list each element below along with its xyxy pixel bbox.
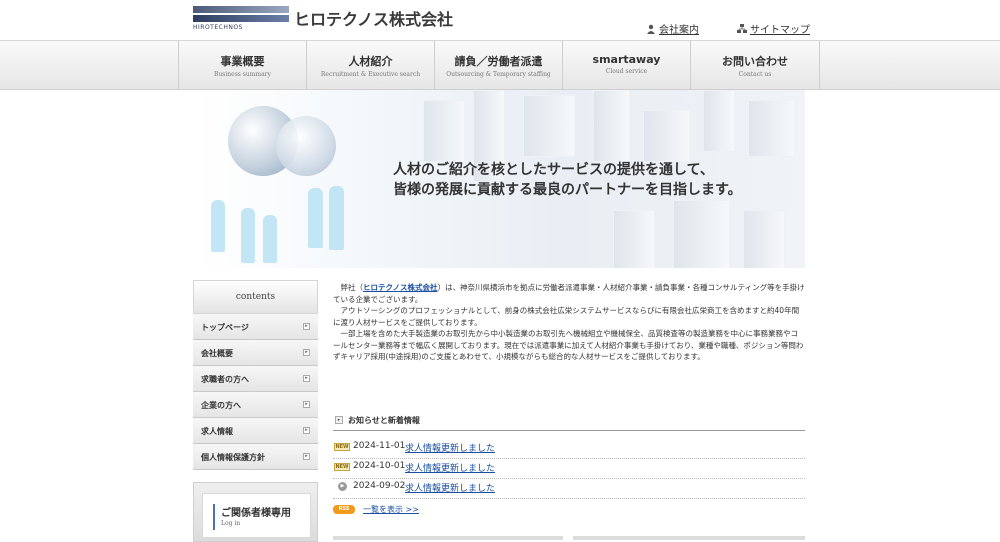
login-title: ご関係者様専用 [221,508,291,519]
news-link[interactable]: 求人情報更新しました [405,461,495,474]
site-header: HIROTECHNOS ヒロテクノス株式会社 会社案内 サイトマップ [0,0,1000,40]
logo-text: HIROTECHNOS [193,24,243,31]
nav-sublabel: Cloud service [605,68,648,75]
news-item: NEW 2024-11-01 求人情報更新しました [333,438,805,459]
nav-contact[interactable]: お問い合わせ Contact us [690,41,820,89]
building-shape [748,100,795,157]
nav-label: 請負／労働者派遣 [454,55,543,68]
logo-bar-bottom [193,15,289,22]
arrow-right-icon: ▸ [303,349,310,356]
view-all-link[interactable]: 一覧を表示 >> [363,504,419,515]
nav-business-summary[interactable]: 事業概要 Business summary [178,41,306,89]
sidebar-item-companies[interactable]: 企業の方へ ▸ [193,392,318,418]
company-name[interactable]: ヒロテクノス株式会社 [294,6,453,30]
sidebar-item-label: トップページ [201,323,249,332]
sidebar-item-label: 企業の方へ [201,401,241,410]
news-item: ▶ 2024-09-02 求人情報更新しました [333,478,805,499]
company-info-link[interactable]: 会社案内 [646,21,699,36]
login-subtitle: Log in [221,520,241,527]
person-silhouette [241,208,255,263]
person-silhouette [308,188,323,248]
hero-line-1: 人材のご紹介を核としたサービスの提供を通して、 [393,162,714,178]
nav-label: smartaway [592,53,661,66]
intro-paragraph-3: 一部上場を含めた大手製造業のお取引先から中小製造業のお取引先へ機械組立や機械保全… [333,329,804,361]
arrow-right-icon: ▸ [303,323,310,330]
logo-bar-top [193,6,289,13]
sidebar-item-top[interactable]: トップページ ▸ [193,314,318,340]
building-shape [703,90,735,152]
news-item: NEW 2024-10-01 求人情報更新しました [333,458,805,479]
news-date: 2024-09-02 [353,481,406,491]
nav-label: 人材紹介 [348,55,393,68]
company-link[interactable]: ヒロテクノス株式会社 [363,283,438,292]
sidebar-item-label: 求人情報 [201,427,233,436]
banner-strip [573,536,805,540]
new-badge: NEW [334,443,350,451]
news-link[interactable]: 求人情報更新しました [405,441,495,454]
play-bullet-icon: ▶ [338,482,347,491]
sidebar-heading: contents [193,280,318,314]
person-silhouette [263,215,277,263]
banner-strip [333,536,563,540]
accent-bar [213,504,215,530]
intro-paragraph-1: 弊社（ヒロテクノス株式会社）は、神奈川県横浜市を拠点に労働者派遣事業・人材紹介事… [333,282,805,305]
sidebar-item-jobs[interactable]: 求人情報 ▸ [193,418,318,444]
hero-line-2: 皆様の発展に貢献する最良のパートナーを目指します。 [393,182,742,198]
nav-smartaway[interactable]: smartaway Cloud service [562,41,690,89]
nav-label: 事業概要 [220,55,265,68]
sitemap-icon [737,24,747,33]
sidebar-item-label: 会社概要 [201,349,233,358]
sidebar-item-label: 求職者の方へ [201,375,249,384]
news-date: 2024-10-01 [353,461,406,471]
arrow-right-icon: ▸ [303,375,310,382]
building-shape [423,100,465,162]
sitemap-label: サイトマップ [750,25,810,36]
sidebar-item-label: 個人情報保護方針 [201,453,265,462]
global-nav: 事業概要 Business summary 人材紹介 Recruitment &… [0,40,1000,90]
nav-sublabel: Contact us [738,71,772,78]
rss-row: RSS 一覧を表示 >> [333,504,805,518]
building-shape [593,90,630,162]
nav-outsourcing[interactable]: 請負／労働者派遣 Outsourcing & Temporary staffin… [434,41,562,89]
bullet-icon: ▸ [335,416,343,424]
news-heading-text: お知らせと新着情報 [348,416,420,425]
member-login-banner[interactable]: ご関係者様専用 Log in [193,482,318,542]
building-shape [613,210,655,268]
news-date: 2024-11-01 [353,441,406,451]
company-intro: 弊社（ヒロテクノス株式会社）は、神奈川県横浜市を拠点に労働者派遣事業・人材紹介事… [333,282,805,363]
sidebar-item-company[interactable]: 会社概要 ▸ [193,340,318,366]
news-link[interactable]: 求人情報更新しました [405,481,495,494]
company-logo[interactable]: HIROTECHNOS [193,6,289,34]
building-shape [673,200,730,268]
bottom-banners [333,536,805,540]
intro-prefix: 弊社（ [340,283,364,292]
person-silhouette [329,186,344,250]
building-shape [743,210,785,268]
arrow-right-icon: ▸ [303,401,310,408]
member-login-inner: ご関係者様専用 Log in [202,493,311,538]
new-badge: NEW [334,463,350,471]
globe-image [276,116,336,176]
arrow-right-icon: ▸ [303,427,310,434]
person-silhouette [211,200,225,252]
building-shape [523,95,575,157]
intro-paragraph-2: アウトソーシングのプロフェッショナルとして、前身の株式会社広栄システムサービスな… [333,306,800,327]
arrow-right-icon: ▸ [303,453,310,460]
nav-recruitment[interactable]: 人材紹介 Recruitment & Executive search [306,41,434,89]
sidebar-item-jobseekers[interactable]: 求職者の方へ ▸ [193,366,318,392]
sidebar-item-privacy[interactable]: 個人情報保護方針 ▸ [193,444,318,470]
person-icon [647,24,655,34]
nav-sublabel: Business summary [214,71,271,78]
news-heading: ▸ お知らせと新着情報 [333,412,805,431]
hero-headline: 人材のご紹介を核としたサービスの提供を通して、 皆様の発展に貢献する最良のパート… [393,160,742,200]
nav-sublabel: Outsourcing & Temporary staffing [446,71,551,78]
sitemap-link[interactable]: サイトマップ [737,21,810,36]
hero-banner: 人材のご紹介を核としたサービスの提供を通して、 皆様の発展に貢献する最良のパート… [193,90,805,268]
rss-icon[interactable]: RSS [333,505,355,514]
nav-label: お問い合わせ [722,55,788,68]
building-shape [643,110,690,162]
company-info-label: 会社案内 [659,25,699,36]
nav-sublabel: Recruitment & Executive search [320,71,421,78]
